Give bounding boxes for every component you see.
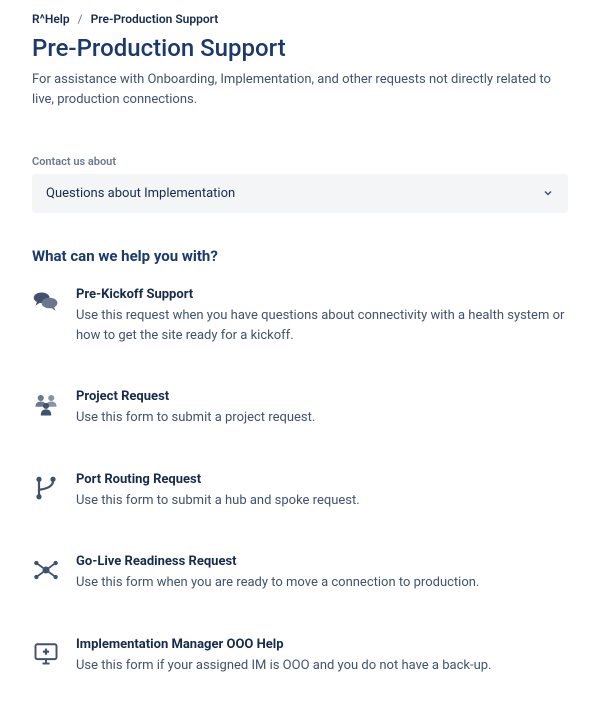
option-title: Go-Live Readiness Request [76, 554, 568, 569]
chat-icon [32, 289, 60, 317]
option-list: Pre-Kickoff Support Use this request whe… [32, 287, 568, 675]
option-im-ooo[interactable]: Implementation Manager OOO Help Use this… [32, 637, 568, 676]
breadcrumb-root-link[interactable]: R^Help [32, 12, 70, 26]
breadcrumb-current: Pre-Production Support [91, 12, 219, 26]
option-title: Project Request [76, 389, 568, 404]
people-icon [32, 391, 60, 419]
option-description: Use this form if your assigned IM is OOO… [76, 656, 568, 676]
breadcrumb-separator: / [78, 12, 83, 26]
option-description: Use this request when you have questions… [76, 306, 568, 345]
contact-label: Contact us about [32, 155, 568, 168]
option-description: Use this form when you are ready to move… [76, 573, 568, 593]
contact-select-value: Questions about Implementation [46, 186, 235, 201]
option-go-live[interactable]: Go-Live Readiness Request Use this form … [32, 554, 568, 593]
chevron-down-icon [542, 184, 554, 203]
option-pre-kickoff[interactable]: Pre-Kickoff Support Use this request whe… [32, 287, 568, 345]
option-project-request[interactable]: Project Request Use this form to submit … [32, 389, 568, 428]
option-description: Use this form to submit a hub and spoke … [76, 491, 568, 511]
option-title: Pre-Kickoff Support [76, 287, 568, 302]
network-icon [32, 556, 60, 584]
help-heading: What can we help you with? [32, 247, 568, 265]
contact-select[interactable]: Questions about Implementation [32, 174, 568, 213]
monitor-plus-icon [32, 639, 60, 667]
breadcrumb: R^Help / Pre-Production Support [32, 12, 568, 26]
page-description: For assistance with Onboarding, Implemen… [32, 70, 568, 109]
branch-icon [32, 474, 60, 502]
option-port-routing[interactable]: Port Routing Request Use this form to su… [32, 472, 568, 511]
option-description: Use this form to submit a project reques… [76, 408, 568, 428]
option-title: Implementation Manager OOO Help [76, 637, 568, 652]
page-title: Pre-Production Support [32, 34, 568, 62]
option-title: Port Routing Request [76, 472, 568, 487]
